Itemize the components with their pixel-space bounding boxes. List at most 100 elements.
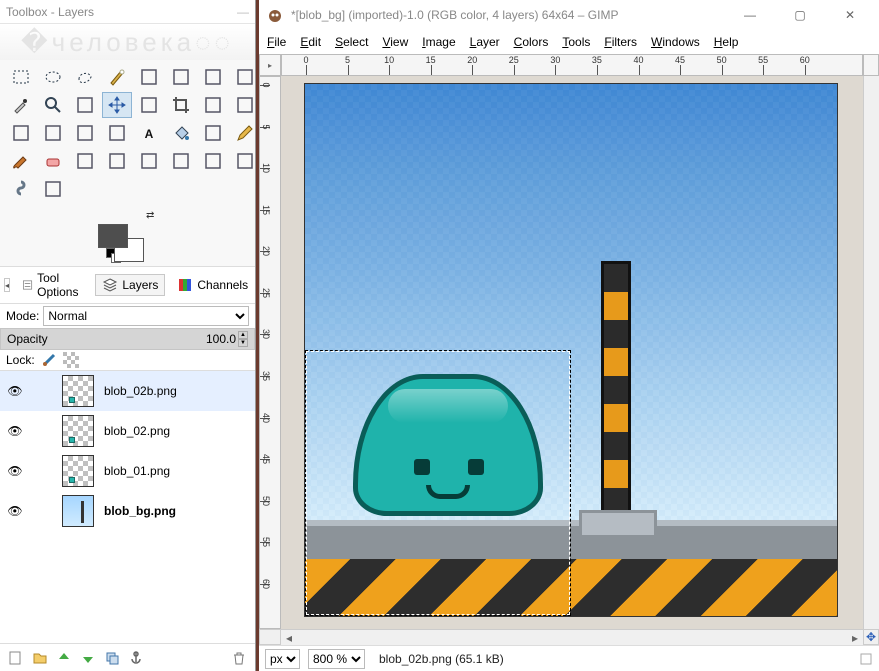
dodge-burn-icon[interactable]	[38, 176, 68, 202]
delete-layer-icon[interactable]	[231, 650, 247, 666]
layer-row[interactable]: 👁 blob_01.png	[0, 451, 255, 491]
navigation-icon[interactable]: ✥	[863, 629, 879, 645]
lock-alpha-icon[interactable]	[63, 352, 79, 368]
opacity-slider[interactable]: Opacity 100.0 ▲▼	[0, 328, 255, 350]
new-group-icon[interactable]	[32, 650, 48, 666]
free-select-icon[interactable]	[70, 64, 100, 90]
align-icon[interactable]	[134, 92, 164, 118]
visibility-toggle-icon[interactable]: 👁	[6, 504, 24, 518]
layer-thumbnail[interactable]	[62, 455, 94, 487]
quickmask-toggle[interactable]	[259, 629, 281, 645]
menu-layer[interactable]: Layer	[470, 35, 500, 49]
layer-list[interactable]: 👁 blob_02b.png 👁 blob_02.png 👁 blob_01.png 👁 bl…	[0, 370, 255, 643]
smudge-icon[interactable]	[6, 176, 36, 202]
opacity-spinner[interactable]: ▲▼	[238, 331, 248, 347]
crop-icon[interactable]	[166, 92, 196, 118]
layer-name[interactable]: blob_01.png	[104, 464, 170, 478]
by-color-select-icon[interactable]	[134, 64, 164, 90]
rect-select-icon[interactable]	[6, 64, 36, 90]
perspective-icon[interactable]	[38, 120, 68, 146]
window-maximize-button[interactable]: ▢	[779, 2, 821, 28]
shear-icon[interactable]	[6, 120, 36, 146]
lock-pixels-icon[interactable]	[41, 352, 57, 368]
layer-row[interactable]: 👁 blob_02.png	[0, 411, 255, 451]
scroll-left-icon[interactable]: ◂	[281, 631, 297, 645]
swap-colors-icon[interactable]: ⇄	[146, 210, 154, 221]
canvas[interactable]	[305, 84, 837, 616]
menu-tools[interactable]: Tools	[562, 35, 590, 49]
scroll-right-icon[interactable]: ▸	[847, 631, 863, 645]
window-close-button[interactable]: ✕	[829, 2, 871, 28]
menu-help[interactable]: Help	[714, 35, 739, 49]
zoom-icon[interactable]	[38, 92, 68, 118]
ruler-h-body[interactable]: 051015202530354045505560	[281, 54, 863, 76]
layer-row[interactable]: 👁 blob_bg.png	[0, 491, 255, 531]
menu-view[interactable]: View	[382, 35, 408, 49]
menu-select[interactable]: Select	[335, 35, 368, 49]
canvas-viewport[interactable]	[281, 76, 863, 629]
layer-thumbnail[interactable]	[62, 375, 94, 407]
paintbrush-icon[interactable]	[6, 148, 36, 174]
window-title: *[blob_bg] (imported)-1.0 (RGB color, 4 …	[291, 8, 618, 22]
heal-icon[interactable]	[166, 148, 196, 174]
menu-image[interactable]: Image	[422, 35, 455, 49]
raise-layer-icon[interactable]	[56, 650, 72, 666]
foreground-select-icon[interactable]	[198, 64, 228, 90]
ellipse-select-icon[interactable]	[38, 64, 68, 90]
ink-icon[interactable]	[102, 148, 132, 174]
layer-thumbnail[interactable]	[62, 495, 94, 527]
window-titlebar: *[blob_bg] (imported)-1.0 (RGB color, 4 …	[259, 0, 879, 30]
scrollbar-vertical[interactable]	[863, 76, 879, 629]
rotate-icon[interactable]	[198, 92, 228, 118]
cancel-icon[interactable]	[859, 652, 873, 666]
layer-name[interactable]: blob_02b.png	[104, 384, 177, 398]
bucket-fill-icon[interactable]	[166, 120, 196, 146]
fuzzy-select-icon[interactable]	[102, 64, 132, 90]
scrollbar-horizontal[interactable]: ◂ ▸	[281, 629, 863, 645]
airbrush-icon[interactable]	[70, 148, 100, 174]
menu-windows[interactable]: Windows	[651, 35, 700, 49]
color-swatches[interactable]: ⇄	[0, 206, 255, 266]
layer-name[interactable]: blob_02.png	[104, 424, 170, 438]
menu-colors[interactable]: Colors	[514, 35, 549, 49]
clone-icon[interactable]	[134, 148, 164, 174]
layer-thumbnail[interactable]	[62, 415, 94, 447]
visibility-toggle-icon[interactable]: 👁	[6, 384, 24, 398]
unit-select[interactable]: px	[265, 649, 300, 669]
layer-name[interactable]: blob_bg.png	[104, 504, 176, 518]
menu-edit[interactable]: Edit	[300, 35, 321, 49]
color-picker-icon[interactable]	[6, 92, 36, 118]
new-layer-icon[interactable]	[8, 650, 24, 666]
perspective-clone-icon[interactable]	[198, 148, 228, 174]
menubar[interactable]: File Edit Select View Image Layer Colors Tools F…	[259, 30, 879, 54]
selection-marquee[interactable]	[305, 350, 571, 616]
move-icon[interactable]	[102, 92, 132, 118]
menu-file[interactable]: File	[267, 35, 286, 49]
visibility-toggle-icon[interactable]: 👁	[6, 424, 24, 438]
tab-channels[interactable]: Channels	[171, 275, 254, 295]
ruler-origin-button[interactable]: ▸	[259, 54, 281, 76]
cage-icon[interactable]	[102, 120, 132, 146]
scissors-icon[interactable]	[166, 64, 196, 90]
text-icon[interactable]: A	[134, 120, 164, 146]
window-minimize-button[interactable]: —	[729, 2, 771, 28]
toolbox-min-icon[interactable]: —	[237, 5, 249, 19]
tab-tool-options[interactable]: Tool Options	[16, 269, 89, 301]
post-base	[579, 510, 657, 538]
lower-layer-icon[interactable]	[80, 650, 96, 666]
layer-mode-select[interactable]: Normal	[43, 306, 249, 326]
layer-row[interactable]: 👁 blob_02b.png	[0, 371, 255, 411]
tab-prev-icon[interactable]: ◂	[4, 278, 10, 292]
menu-filters[interactable]: Filters	[604, 35, 637, 49]
measure-icon[interactable]	[70, 92, 100, 118]
zoom-select[interactable]: 800 %	[308, 649, 365, 669]
ruler-vertical[interactable]: 051015202530354045505560	[259, 76, 281, 629]
flip-icon[interactable]	[70, 120, 100, 146]
eraser-icon[interactable]	[38, 148, 68, 174]
foreground-swatch[interactable]	[98, 224, 128, 248]
duplicate-layer-icon[interactable]	[104, 650, 120, 666]
blend-icon[interactable]	[198, 120, 228, 146]
anchor-layer-icon[interactable]	[128, 650, 144, 666]
visibility-toggle-icon[interactable]: 👁	[6, 464, 24, 478]
tab-layers[interactable]: Layers	[95, 274, 165, 296]
